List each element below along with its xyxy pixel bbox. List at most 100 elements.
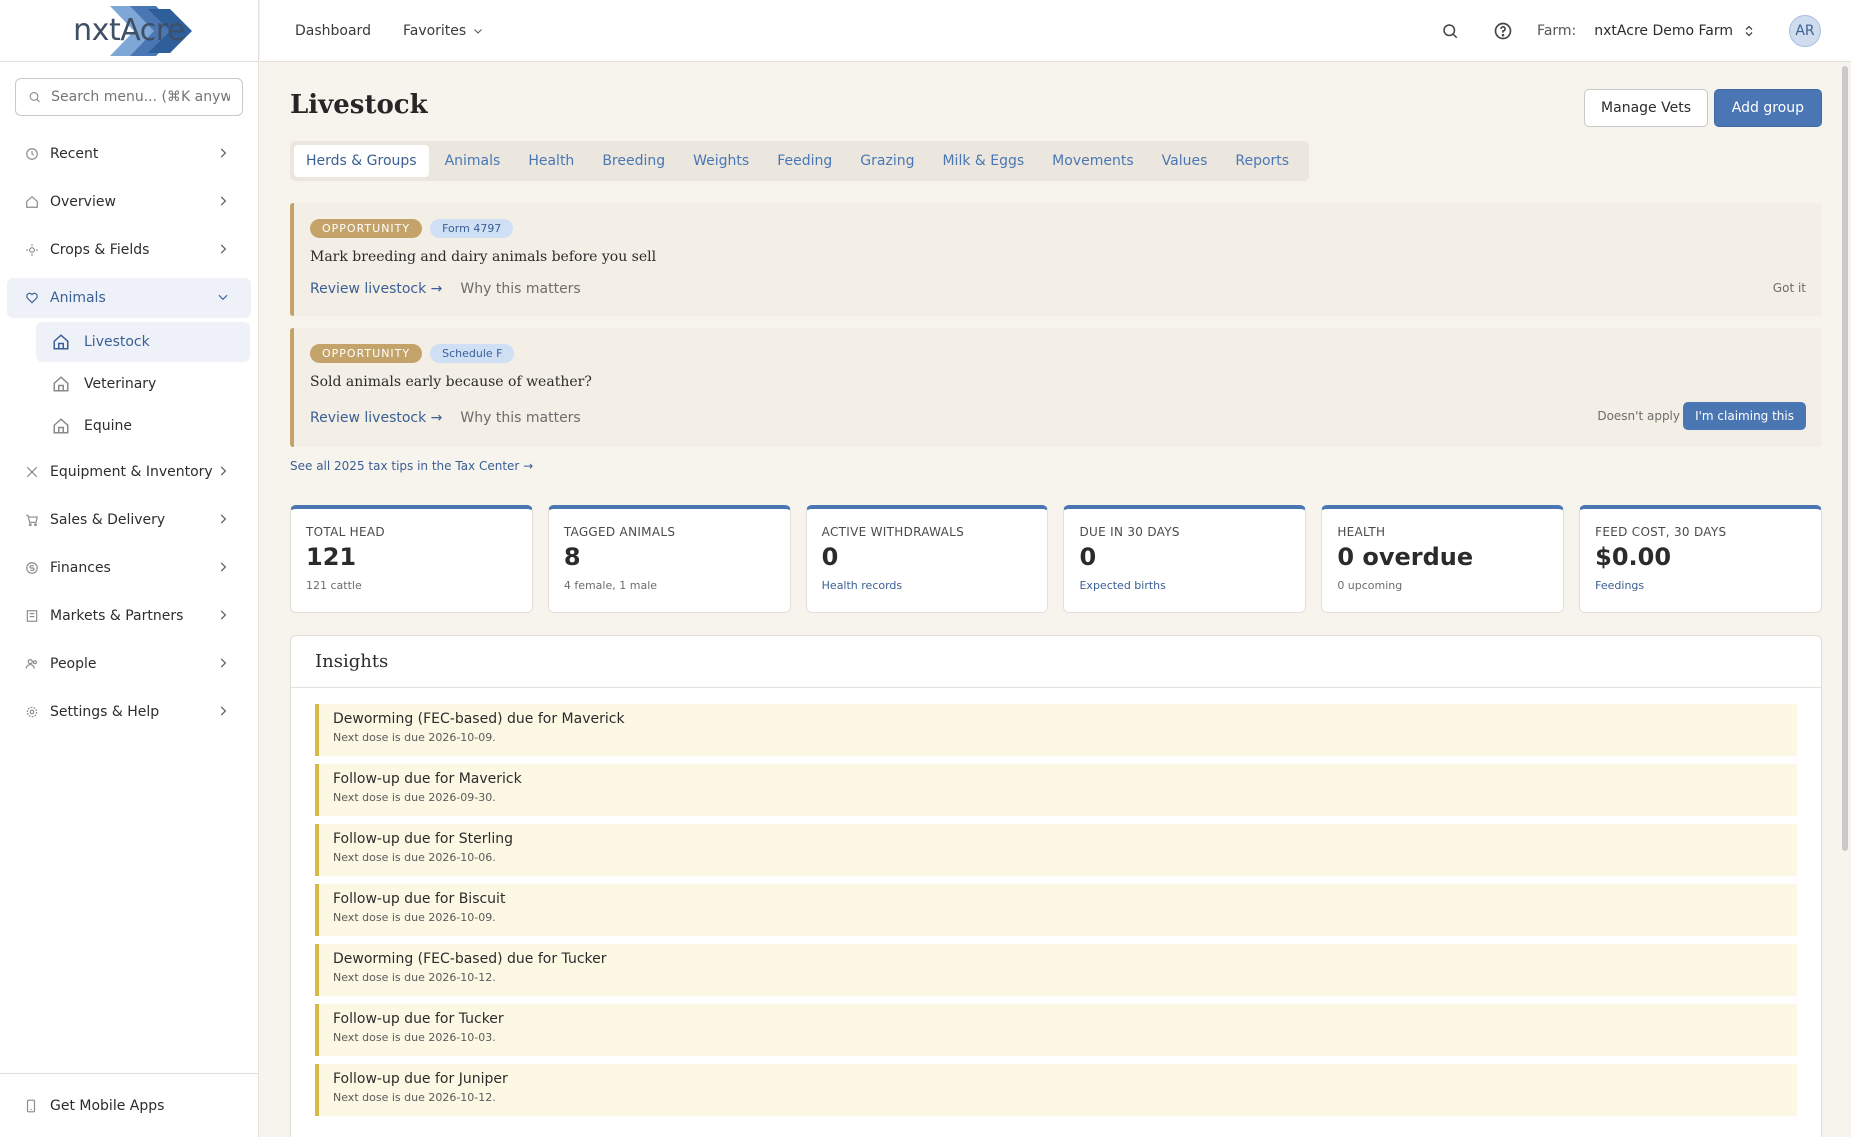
insight-item[interactable]: Follow-up due for Sterling Next dose is …	[315, 824, 1797, 876]
sidebar-item-label: Sales & Delivery	[50, 512, 166, 528]
tab-grazing[interactable]: Grazing	[848, 145, 926, 177]
insight-item[interactable]: Follow-up due for Tucker Next dose is du…	[315, 1004, 1797, 1056]
opportunity-badge: OPPORTUNITY	[310, 344, 423, 363]
tax-center-link[interactable]: See all 2025 tax tips in the Tax Center …	[290, 459, 1822, 475]
opportunity-badge: OPPORTUNITY	[310, 219, 423, 238]
stat-value: 0	[1079, 543, 1097, 571]
sidebar: nxtAcre Recent Overview Crops & Fields A…	[0, 0, 259, 1137]
avatar[interactable]: AR	[1789, 15, 1821, 47]
insight-title: Follow-up due for Maverick	[333, 771, 522, 787]
menu-search[interactable]	[15, 78, 243, 116]
chevron-right-icon	[220, 514, 227, 524]
sidebar-item-animals[interactable]: Animals	[7, 278, 251, 318]
why-this-matters-link[interactable]: Why this matters	[460, 410, 580, 426]
sidebar-subitem-veterinary[interactable]: Veterinary	[36, 364, 250, 404]
home-icon	[24, 194, 40, 210]
manage-vets-button[interactable]: Manage Vets	[1584, 89, 1708, 127]
tax-form-badge: Schedule F	[430, 344, 515, 363]
heart-icon	[24, 290, 40, 306]
insights-panel: Insights Deworming (FEC-based) due for M…	[290, 635, 1822, 1137]
sidebar-item-recent[interactable]: Recent	[0, 130, 258, 178]
chevron-right-icon	[220, 196, 227, 206]
menu-search-input[interactable]	[51, 89, 230, 105]
help-icon[interactable]	[1493, 21, 1513, 41]
tab-reports[interactable]: Reports	[1223, 145, 1301, 177]
claiming-this-button[interactable]: I'm claiming this	[1683, 402, 1806, 430]
review-livestock-link[interactable]: Review livestock →	[310, 410, 442, 426]
insight-title: Follow-up due for Juniper	[333, 1071, 508, 1087]
sidebar-subitem-equine[interactable]: Equine	[36, 406, 250, 446]
chevron-right-icon	[220, 244, 227, 254]
building-icon	[24, 608, 40, 624]
sidebar-item-overview[interactable]: Overview	[0, 178, 258, 226]
sidebar-item-markets-partners[interactable]: Markets & Partners	[0, 592, 258, 640]
sidebar-item-finances[interactable]: Finances	[0, 544, 258, 592]
topnav-dashboard[interactable]: Dashboard	[295, 23, 371, 39]
farm-label: Farm:	[1537, 23, 1577, 39]
insight-item[interactable]: Deworming (FEC-based) due for Maverick N…	[315, 704, 1797, 756]
chevron-right-icon	[220, 466, 227, 476]
chevron-right-icon	[220, 610, 227, 620]
sidebar-subitem-label: Equine	[84, 418, 132, 434]
sidebar-subitem-label: Veterinary	[84, 376, 157, 392]
farm-selector[interactable]: nxtAcre Demo Farm	[1594, 23, 1755, 39]
gear-icon	[24, 704, 40, 720]
health-records-link[interactable]: Health records	[822, 579, 1033, 592]
sidebar-item-label: Finances	[50, 560, 111, 576]
logo[interactable]: nxtAcre	[0, 0, 258, 62]
insight-item[interactable]: Deworming (FEC-based) due for Tucker Nex…	[315, 944, 1797, 996]
tab-weights[interactable]: Weights	[681, 145, 761, 177]
sidebar-item-sales-delivery[interactable]: Sales & Delivery	[0, 496, 258, 544]
doesnt-apply-button[interactable]: Doesn't apply	[1597, 409, 1680, 423]
stat-label: TAGGED ANIMALS	[563, 525, 676, 539]
barn-icon	[52, 417, 70, 435]
get-mobile-apps[interactable]: Get Mobile Apps	[0, 1073, 259, 1137]
stats-row: TOTAL HEAD 121 121 cattle TAGGED ANIMALS…	[290, 505, 1822, 613]
insight-item[interactable]: Follow-up due for Maverick Next dose is …	[315, 764, 1797, 816]
tab-breeding[interactable]: Breeding	[590, 145, 677, 177]
why-this-matters-link[interactable]: Why this matters	[460, 281, 580, 297]
topnav-favorites[interactable]: Favorites	[403, 23, 484, 39]
sun-icon	[24, 242, 40, 258]
sidebar-item-label: Markets & Partners	[50, 608, 184, 624]
tab-movements[interactable]: Movements	[1040, 145, 1145, 177]
tab-values[interactable]: Values	[1150, 145, 1220, 177]
logo-text: nxtAcre	[73, 13, 185, 48]
stat-label: FEED COST, 30 DAYS	[1595, 525, 1727, 539]
page-title: Livestock	[290, 90, 428, 120]
tab-feeding[interactable]: Feeding	[765, 145, 844, 177]
sidebar-item-people[interactable]: People	[0, 640, 258, 688]
sidebar-subitem-livestock[interactable]: Livestock	[36, 322, 250, 362]
insight-sub: Next dose is due 2026-10-09.	[333, 731, 496, 744]
tab-health[interactable]: Health	[516, 145, 586, 177]
stat-sub: 121 cattle	[306, 579, 362, 592]
got-it-button[interactable]: Got it	[1773, 281, 1806, 295]
insights-title: Insights	[291, 636, 1821, 688]
add-group-button[interactable]: Add group	[1713, 89, 1822, 127]
tab-animals[interactable]: Animals	[433, 145, 513, 177]
insight-title: Follow-up due for Sterling	[333, 831, 513, 847]
review-livestock-link[interactable]: Review livestock →	[310, 281, 442, 297]
search-icon	[29, 92, 40, 103]
sidebar-item-equipment-inventory[interactable]: Equipment & Inventory	[0, 448, 258, 496]
insight-item[interactable]: Follow-up due for Juniper Next dose is d…	[315, 1064, 1797, 1116]
page-scrollbar[interactable]	[1842, 66, 1848, 851]
sidebar-item-label: Equipment & Inventory	[50, 464, 213, 480]
sidebar-item-crops-fields[interactable]: Crops & Fields	[0, 226, 258, 274]
sidebar-item-label: People	[50, 656, 97, 672]
insight-item[interactable]: Follow-up due for Biscuit Next dose is d…	[315, 884, 1797, 936]
sidebar-item-settings-help[interactable]: Settings & Help	[0, 688, 258, 736]
insight-title: Deworming (FEC-based) due for Tucker	[333, 951, 607, 967]
tax-form-badge: Form 4797	[430, 219, 514, 238]
tab-milk-eggs[interactable]: Milk & Eggs	[930, 145, 1036, 177]
expected-births-link[interactable]: Expected births	[1079, 579, 1290, 592]
search-icon[interactable]	[1441, 22, 1459, 40]
stat-label: TOTAL HEAD	[306, 525, 385, 539]
feedings-link[interactable]: Feedings	[1595, 579, 1806, 592]
livestock-tabs: Herds & Groups Animals Health Breeding W…	[290, 141, 1310, 181]
sidebar-item-label: Recent	[50, 146, 99, 162]
stat-card-tagged-animals: TAGGED ANIMALS 8 4 female, 1 male	[547, 505, 791, 613]
insight-sub: Next dose is due 2026-10-12.	[333, 971, 496, 984]
tab-herds-groups[interactable]: Herds & Groups	[294, 145, 429, 177]
insights-list: Deworming (FEC-based) due for Maverick N…	[291, 688, 1821, 1116]
